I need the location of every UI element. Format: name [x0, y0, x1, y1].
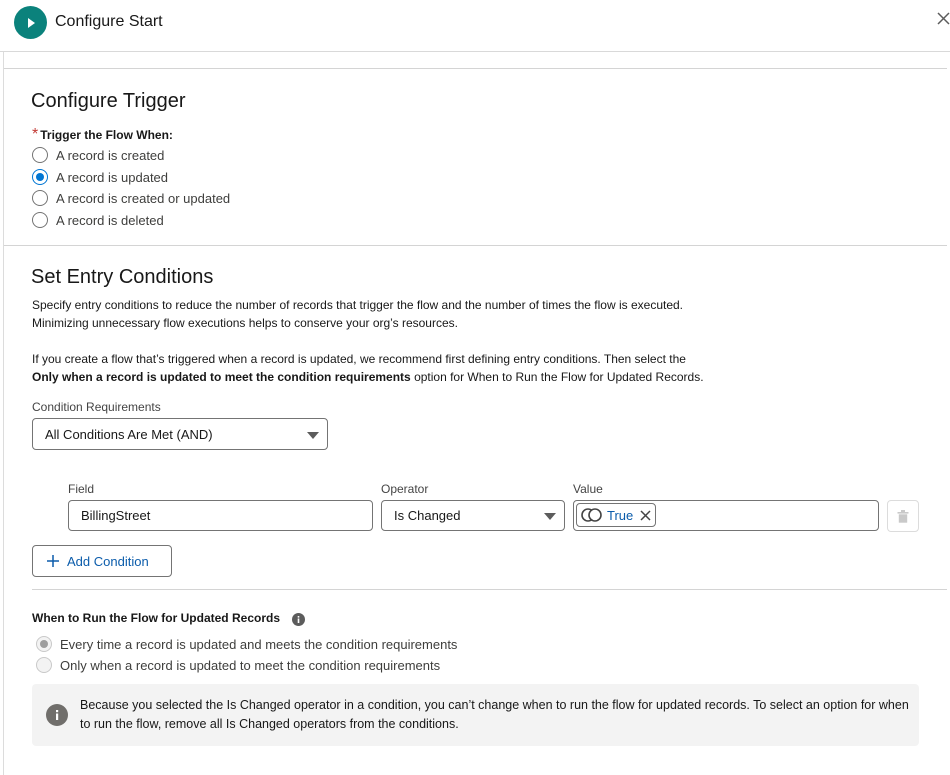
when-to-run-label: When to Run the Flow for Updated Records — [32, 609, 306, 627]
info-text: Because you selected the Is Changed oper… — [80, 698, 909, 731]
radio-button[interactable] — [32, 190, 48, 206]
radio-label: Only when a record is updated to meet th… — [60, 657, 441, 673]
delete-condition-button[interactable] — [887, 500, 919, 532]
radio-label: A record is created or updated — [56, 190, 231, 206]
field-input-value: BillingStreet — [81, 508, 151, 523]
modal-header: Configure Start — [0, 0, 950, 52]
top-strip — [4, 52, 947, 69]
section-divider — [32, 589, 947, 590]
field-input[interactable]: BillingStreet — [68, 500, 373, 531]
modal-body: Configure Trigger * Trigger the Flow When… — [3, 52, 947, 775]
entry-conditions-heading: Set Entry Conditions — [31, 266, 214, 288]
radio-button[interactable] — [32, 169, 48, 185]
remove-pill-icon[interactable] — [640, 509, 651, 521]
radio-label: A record is updated — [56, 169, 169, 185]
info-icon — [46, 704, 68, 726]
radio-every-time: Every time a record is updated and meets… — [36, 636, 457, 652]
radio-button[interactable] — [32, 147, 48, 163]
operator-select[interactable]: Is Changed — [381, 500, 565, 531]
operator-column-label: Operator — [381, 482, 429, 496]
modal-title: Configure Start — [55, 13, 163, 30]
trigger-when-label: * Trigger the Flow When: — [32, 126, 173, 143]
value-pill-label: True — [607, 507, 634, 523]
help-info-icon[interactable] — [292, 613, 306, 626]
entry-recommendation: If you create a flow that’s triggered wh… — [32, 352, 704, 384]
configure-trigger-heading: Configure Trigger — [31, 90, 186, 112]
value-input[interactable]: True — [573, 500, 879, 531]
radio-record-deleted[interactable]: A record is deleted — [32, 212, 164, 228]
close-icon[interactable] — [935, 10, 950, 30]
chevron-down-icon — [307, 432, 319, 439]
condition-requirements-label: Condition Requirements — [32, 400, 161, 414]
select-value: Is Changed — [394, 508, 461, 523]
field-column-label: Field — [68, 482, 95, 496]
radio-label: A record is deleted — [56, 212, 164, 228]
radio-button[interactable] — [32, 212, 48, 228]
section-divider — [4, 245, 947, 246]
value-column-label: Value — [573, 482, 603, 496]
info-message: Because you selected the Is Changed oper… — [32, 684, 919, 746]
radio-label: A record is created — [56, 147, 165, 163]
radio-only-when: Only when a record is updated to meet th… — [36, 657, 440, 673]
add-condition-button[interactable]: Add Condition — [32, 545, 172, 577]
radio-button — [36, 657, 52, 673]
radio-record-updated[interactable]: A record is updated — [32, 169, 168, 185]
condition-requirements-select[interactable]: All Conditions Are Met (AND) — [32, 418, 328, 450]
add-condition-label: Add Condition — [67, 553, 149, 569]
radio-record-created-or-updated[interactable]: A record is created or updated — [32, 190, 230, 206]
radio-label: Every time a record is updated and meets… — [60, 636, 458, 652]
add-icon — [47, 555, 59, 567]
value-pill: True — [576, 503, 657, 527]
chevron-down-icon — [544, 513, 556, 520]
radio-record-created[interactable]: A record is created — [32, 147, 164, 163]
select-value: All Conditions Are Met (AND) — [45, 426, 213, 442]
start-play-icon — [14, 6, 47, 39]
boolean-toggle-icon — [581, 508, 603, 522]
required-marker: * — [32, 126, 39, 143]
trash-icon — [897, 509, 909, 523]
entry-description: Specify entry conditions to reduce the n… — [32, 298, 684, 330]
radio-button — [36, 636, 52, 652]
